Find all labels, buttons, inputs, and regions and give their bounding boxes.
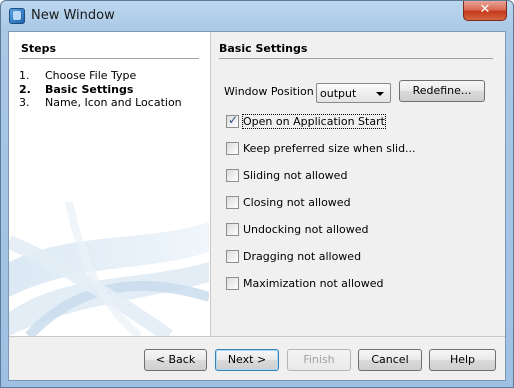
checkbox-box[interactable] xyxy=(226,223,239,236)
settings-divider xyxy=(219,58,493,59)
back-button[interactable]: < Back xyxy=(144,349,207,371)
next-button[interactable]: Next > xyxy=(215,349,279,371)
checkbox-box[interactable]: ✓ xyxy=(226,113,239,128)
step-number: 3. xyxy=(19,96,30,109)
step-item-3: 3. Name, Icon and Location xyxy=(19,96,182,110)
checkbox-label: Closing not allowed xyxy=(243,196,351,209)
title-bar[interactable]: New Window ✕ xyxy=(1,1,513,31)
finish-button[interactable]: Finish xyxy=(287,349,351,371)
new-window-dialog: New Window ✕ Steps 1. Choose File Type 2.… xyxy=(0,0,514,388)
step-number: 1. xyxy=(19,69,30,82)
window-title: New Window xyxy=(31,8,115,23)
steps-header: Steps xyxy=(21,42,57,55)
decorative-swoosh-graphic xyxy=(9,202,209,336)
window-position-select[interactable]: output xyxy=(316,83,391,103)
close-button[interactable]: ✕ xyxy=(463,1,507,21)
window-position-label: Window Position : xyxy=(224,85,321,98)
step-item-1: 1. Choose File Type xyxy=(19,69,182,83)
step-label: Choose File Type xyxy=(45,69,137,82)
dialog-content: Steps 1. Choose File Type 2. Basic Setting… xyxy=(8,31,506,381)
close-icon: ✕ xyxy=(479,2,491,17)
step-number: 2. xyxy=(19,82,31,96)
steps-panel: Steps 1. Choose File Type 2. Basic Setting… xyxy=(9,32,211,336)
checkbox-box[interactable] xyxy=(226,250,239,263)
step-label: Basic Settings xyxy=(45,82,134,96)
steps-divider xyxy=(19,58,199,59)
checkbox-label: Maximization not allowed xyxy=(243,277,384,290)
step-label: Name, Icon and Location xyxy=(45,96,182,109)
steps-list: 1. Choose File Type 2. Basic Settings 3. Na… xyxy=(19,69,182,110)
checkbox-label: Open on Application Start xyxy=(242,114,386,129)
checkbox-box[interactable] xyxy=(226,277,239,290)
redefine-button[interactable]: Redefine... xyxy=(399,80,485,102)
chevron-down-icon xyxy=(376,92,384,96)
step-item-2: 2. Basic Settings xyxy=(19,83,182,97)
checkbox-box[interactable] xyxy=(226,169,239,182)
checkbox-label: Keep preferred size when slid... xyxy=(243,142,416,155)
footer-divider xyxy=(9,336,505,337)
settings-header: Basic Settings xyxy=(219,42,308,55)
checkbox-label: Dragging not allowed xyxy=(243,250,362,263)
window-app-icon xyxy=(9,8,25,24)
checkbox-label: Undocking not allowed xyxy=(243,223,369,236)
cancel-button[interactable]: Cancel xyxy=(358,349,422,371)
checkmark-icon: ✓ xyxy=(228,113,239,127)
checkbox-box[interactable] xyxy=(226,196,239,209)
checkbox-label: Sliding not allowed xyxy=(243,169,348,182)
basic-settings-panel: Basic Settings Window Position : output … xyxy=(210,32,505,336)
checkbox-box[interactable] xyxy=(226,142,239,155)
window-position-value: output xyxy=(320,87,357,100)
help-button[interactable]: Help xyxy=(429,349,496,371)
